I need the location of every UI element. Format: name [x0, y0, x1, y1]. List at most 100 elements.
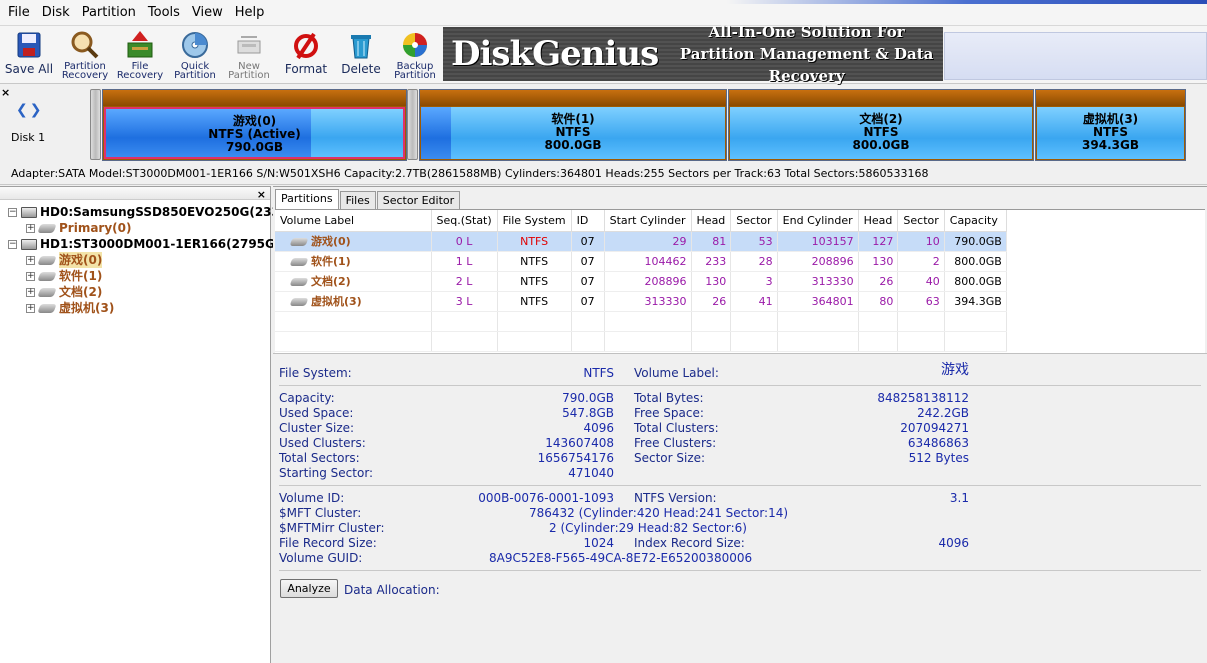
menu-tools[interactable]: Tools — [142, 0, 186, 26]
delete-button[interactable]: Delete — [336, 26, 386, 82]
menu-view[interactable]: View — [186, 0, 229, 26]
free-space-label: Free Space: — [634, 406, 704, 420]
partition-icon — [37, 303, 57, 313]
tree-node-hd0[interactable]: − HD0:SamsungSSD850EVO250G(233GB) — [8, 204, 304, 220]
expand-icon[interactable]: + — [26, 271, 35, 281]
mftmirr-cluster-label: $MFTMirr Cluster: — [279, 521, 385, 535]
file-recovery-button[interactable]: File Recovery — [115, 26, 165, 82]
table-row[interactable]: 软件(1) 1 L NTFS 07 104462 233 28 208896 1… — [275, 251, 1007, 272]
partition-block-0[interactable]: 游戏(0) NTFS (Active) 790.0GB — [102, 89, 407, 161]
col-start-sector[interactable]: Sector — [730, 210, 778, 232]
expand-icon[interactable]: + — [26, 223, 35, 233]
expand-icon[interactable]: + — [26, 255, 35, 265]
disk-icon — [179, 29, 211, 61]
partition-recovery-button[interactable]: Partition Recovery — [60, 26, 110, 82]
tree-node-label: HD1:ST3000DM001-1ER166(2795GB) — [40, 237, 290, 251]
resize-handle[interactable] — [407, 89, 418, 160]
banner-filler — [944, 32, 1207, 80]
table-row-empty — [275, 331, 1007, 352]
volume-id-label: Volume ID: — [279, 491, 345, 505]
tree-node-label: 游戏(0) — [59, 252, 103, 268]
volume-label-label: Volume Label: — [634, 366, 719, 380]
tree-node-label: 文档(2) — [59, 285, 103, 299]
partition-icon — [37, 255, 57, 265]
partition-icon — [289, 278, 309, 286]
table-row[interactable]: 游戏(0) 0 L NTFS 07 29 81 53 103157 127 10… — [275, 231, 1007, 252]
free-clusters-value: 63486863 — [907, 436, 969, 450]
menu-disk[interactable]: Disk — [36, 0, 76, 26]
tab-files[interactable]: Files — [339, 191, 376, 210]
table-row[interactable]: 文档(2) 2 L NTFS 07 208896 130 3 313330 26… — [275, 271, 1007, 292]
title-strip — [727, 0, 1207, 4]
free-clusters-label: Free Clusters: — [634, 436, 717, 450]
partition-block-1[interactable]: 软件(1) NTFS 800.0GB — [419, 89, 727, 161]
col-id[interactable]: ID — [571, 210, 605, 232]
col-end-cylinder[interactable]: End Cylinder — [777, 210, 859, 232]
col-end-head[interactable]: Head — [858, 210, 899, 232]
mft-cluster-label: $MFT Cluster: — [279, 506, 362, 520]
volume-id-value: 000B-0076-0001-1093 — [478, 491, 614, 505]
hard-disk-icon — [21, 238, 37, 250]
next-disk-icon[interactable]: ❯ — [30, 102, 44, 118]
col-volume-label[interactable]: Volume Label — [275, 210, 432, 232]
partition-recovery-label: Partition Recovery — [61, 61, 109, 81]
col-end-sector[interactable]: Sector — [897, 210, 945, 232]
menu-file[interactable]: File — [2, 0, 36, 26]
format-button[interactable]: Format — [281, 26, 331, 82]
col-seq[interactable]: Seq.(Stat) — [431, 210, 498, 232]
col-start-head[interactable]: Head — [691, 210, 732, 232]
file-record-size-label: File Record Size: — [279, 536, 377, 550]
prev-disk-icon[interactable]: ❮ — [16, 102, 30, 118]
table-row-empty — [275, 311, 1007, 332]
partition-block-3[interactable]: 虚拟机(3) NTFS 394.3GB — [1035, 89, 1186, 161]
backup-partition-button[interactable]: Backup Partition — [390, 26, 440, 82]
tree-node-hd1[interactable]: − HD1:ST3000DM001-1ER166(2795GB) — [8, 236, 290, 252]
save-all-button[interactable]: Save All — [4, 26, 54, 82]
analyze-button[interactable]: Analyze — [280, 579, 338, 598]
file-recovery-label: File Recovery — [116, 61, 164, 81]
used-clusters-label: Used Clusters: — [279, 436, 366, 450]
expand-icon[interactable]: + — [26, 303, 35, 313]
tab-partitions[interactable]: Partitions — [275, 189, 339, 210]
collapse-icon[interactable]: − — [8, 207, 17, 217]
partition-size: 394.3GB — [1082, 138, 1139, 152]
col-file-system[interactable]: File System — [497, 210, 572, 232]
col-start-cylinder[interactable]: Start Cylinder — [604, 210, 692, 232]
disk-nav-arrows: ❮❯ — [16, 102, 43, 118]
starting-sector-value: 471040 — [568, 466, 614, 480]
banner-tagline: All-In-One Solution For Partition Manage… — [670, 21, 943, 87]
file-recovery-icon — [124, 29, 156, 61]
table-row[interactable]: 虚拟机(3) 3 L NTFS 07 313330 26 41 364801 8… — [275, 291, 1007, 312]
fs-label: File System: — [279, 366, 352, 380]
partition-size: 790.0GB — [226, 140, 283, 154]
magnifier-icon — [69, 29, 101, 61]
tree-node-partition-3[interactable]: + 虚拟机(3) — [26, 300, 114, 316]
ntfs-version-value: 3.1 — [949, 491, 969, 505]
tree-node-partition-2[interactable]: + 文档(2) — [26, 284, 102, 300]
partition-size: 800.0GB — [544, 138, 602, 152]
tree-node-label: 虚拟机(3) — [59, 301, 115, 315]
col-capacity[interactable]: Capacity — [944, 210, 1007, 232]
tree-node-partition-1[interactable]: + 软件(1) — [26, 268, 102, 284]
partition-icon — [289, 258, 309, 266]
sector-size-value: 512 Bytes — [908, 451, 969, 465]
collapse-icon[interactable]: − — [8, 239, 17, 249]
partition-block-2[interactable]: 文档(2) NTFS 800.0GB — [728, 89, 1034, 161]
tree-node-partition-0[interactable]: + 游戏(0) — [26, 252, 103, 268]
expand-icon[interactable]: + — [26, 287, 35, 297]
quick-partition-button[interactable]: Quick Partition — [170, 26, 220, 82]
tree-node-primary[interactable]: + Primary(0) — [26, 220, 132, 236]
fs-value: NTFS — [583, 366, 614, 380]
menu-partition[interactable]: Partition — [76, 0, 142, 26]
new-partition-button[interactable]: New Partition — [224, 26, 274, 82]
total-bytes-label: Total Bytes: — [634, 391, 704, 405]
close-icon[interactable]: × — [257, 188, 266, 201]
capacity-label: Capacity: — [279, 391, 335, 405]
close-icon[interactable]: × — [1, 86, 10, 99]
save-icon — [13, 29, 45, 61]
cluster-size-label: Cluster Size: — [279, 421, 355, 435]
menu-help[interactable]: Help — [229, 0, 271, 26]
resize-handle[interactable] — [90, 89, 101, 160]
disk-map: × ❮❯ Disk 1 游戏(0) NTFS (Active) 790.0GB … — [0, 85, 1207, 165]
tab-sector-editor[interactable]: Sector Editor — [376, 191, 461, 210]
